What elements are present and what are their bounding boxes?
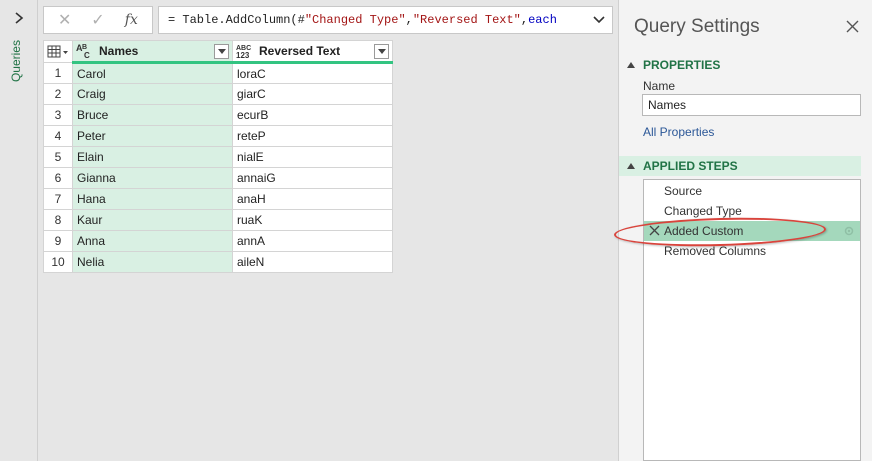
query-settings-pane: Query Settings PROPERTIES Name All Prope… (618, 0, 872, 461)
row-number[interactable]: 2 (43, 83, 73, 105)
dropdown-arrow-icon (377, 49, 386, 54)
cell-names[interactable]: Nelia (72, 251, 233, 273)
applied-steps-header-label: APPLIED STEPS (643, 159, 738, 173)
formula-keyword: each (528, 13, 557, 27)
step-label: Added Custom (664, 224, 744, 238)
dropdown-arrow-icon (217, 49, 226, 54)
table-row[interactable]: 4 Peter reteP (43, 125, 393, 147)
cell-names[interactable]: Craig (72, 83, 233, 105)
properties-header-label: PROPERTIES (643, 58, 721, 72)
cell-names[interactable]: Peter (72, 125, 233, 147)
cell-reversed-text[interactable]: ecurB (232, 104, 393, 126)
commit-check-icon[interactable]: ✓ (87, 10, 109, 30)
data-grid: A B C Names ABC 123 Reversed Text 1 Caro… (43, 40, 393, 273)
table-menu-corner[interactable] (43, 40, 73, 63)
cell-reversed-text[interactable]: nialE (232, 146, 393, 168)
cell-reversed-text[interactable]: annA (232, 230, 393, 252)
cell-names[interactable]: Kaur (72, 209, 233, 231)
svg-text:123: 123 (236, 51, 250, 59)
cell-reversed-text[interactable]: ruaK (232, 209, 393, 231)
query-name-input[interactable] (642, 94, 861, 116)
step-label: Source (664, 184, 703, 198)
cell-reversed-text[interactable]: anaH (232, 188, 393, 210)
name-label: Name (643, 79, 676, 93)
column-header-reversed-text[interactable]: ABC 123 Reversed Text (232, 40, 393, 63)
formula-sep: , (405, 13, 413, 27)
formula-sep2: , (520, 13, 529, 27)
cell-reversed-text[interactable]: loraC (232, 61, 393, 84)
column-header-names[interactable]: A B C Names (72, 40, 233, 63)
row-number[interactable]: 7 (43, 188, 73, 210)
cell-reversed-text[interactable]: aileN (232, 251, 393, 273)
table-row[interactable]: 7 Hana anaH (43, 188, 393, 210)
svg-text:C: C (84, 51, 90, 59)
text-type-icon[interactable]: A B C (76, 43, 94, 59)
row-number[interactable]: 4 (43, 125, 73, 147)
cell-names[interactable]: Anna (72, 230, 233, 252)
step-added-custom[interactable]: Added Custom (644, 221, 860, 241)
formula-arg2: "Reversed Text" (412, 13, 521, 27)
cell-reversed-text[interactable]: giarC (232, 83, 393, 105)
table-row[interactable]: 5 Elain nialE (43, 146, 393, 168)
row-number[interactable]: 1 (43, 62, 73, 84)
table-row[interactable]: 8 Kaur ruaK (43, 209, 393, 231)
fx-icon[interactable]: fx (120, 10, 142, 30)
formula-prefix: = Table.AddColumn(# (168, 13, 305, 27)
row-number[interactable]: 9 (43, 230, 73, 252)
cancel-icon[interactable]: ✕ (54, 10, 76, 30)
step-removed-columns[interactable]: Removed Columns (644, 241, 860, 261)
cell-names[interactable]: Elain (72, 146, 233, 168)
table-row[interactable]: 1 Carol loraC (43, 61, 393, 84)
delete-step-icon[interactable] (649, 225, 660, 236)
table-row[interactable]: 6 Gianna annaiG (43, 167, 393, 189)
formula-expand-chevron-icon[interactable] (592, 13, 606, 27)
filter-dropdown-button[interactable] (374, 44, 389, 59)
step-label: Changed Type (664, 204, 742, 218)
queries-rail: Queries (0, 0, 38, 461)
applied-steps-list: Source Changed Type Added Custom Removed… (643, 179, 861, 461)
step-changed-type[interactable]: Changed Type (644, 201, 860, 221)
collapse-triangle-icon[interactable] (627, 163, 635, 169)
formula-arg1: "Changed Type" (304, 13, 406, 27)
table-row[interactable]: 10 Nelia aileN (43, 251, 393, 273)
column-name: Names (99, 44, 139, 58)
row-number[interactable]: 5 (43, 146, 73, 168)
table-row[interactable]: 9 Anna annA (43, 230, 393, 252)
cell-names[interactable]: Gianna (72, 167, 233, 189)
cell-reversed-text[interactable]: annaiG (232, 167, 393, 189)
any-type-icon[interactable]: ABC 123 (236, 43, 255, 59)
step-label: Removed Columns (664, 244, 767, 258)
column-name: Reversed Text (259, 44, 341, 58)
cell-names[interactable]: Hana (72, 188, 233, 210)
gear-icon[interactable] (843, 225, 855, 237)
svg-text:B: B (82, 44, 87, 51)
applied-steps-section-header[interactable]: APPLIED STEPS (619, 156, 861, 176)
expand-chevron-icon[interactable] (12, 10, 26, 26)
step-source[interactable]: Source (644, 181, 860, 201)
cell-reversed-text[interactable]: reteP (232, 125, 393, 147)
formula-tools: ✕ ✓ fx (43, 6, 153, 34)
main-area: ✕ ✓ fx = Table.AddColumn(# "Changed Type"… (38, 0, 618, 461)
cell-names[interactable]: Carol (72, 61, 233, 84)
pane-title: Query Settings (634, 16, 760, 37)
collapse-triangle-icon[interactable] (627, 62, 635, 68)
queries-label[interactable]: Queries (9, 40, 23, 82)
close-icon[interactable] (846, 20, 859, 33)
row-number[interactable]: 10 (43, 251, 73, 273)
filter-dropdown-button[interactable] (214, 44, 229, 59)
table-grid-icon[interactable] (46, 45, 70, 59)
table-row[interactable]: 3 Bruce ecurB (43, 104, 393, 126)
properties-section-header[interactable]: PROPERTIES (627, 58, 720, 72)
row-number[interactable]: 6 (43, 167, 73, 189)
row-number[interactable]: 8 (43, 209, 73, 231)
cell-names[interactable]: Bruce (72, 104, 233, 126)
formula-bar[interactable]: = Table.AddColumn(# "Changed Type", "Reve… (158, 6, 613, 34)
all-properties-link[interactable]: All Properties (643, 125, 714, 139)
table-row[interactable]: 2 Craig giarC (43, 83, 393, 105)
row-number[interactable]: 3 (43, 104, 73, 126)
